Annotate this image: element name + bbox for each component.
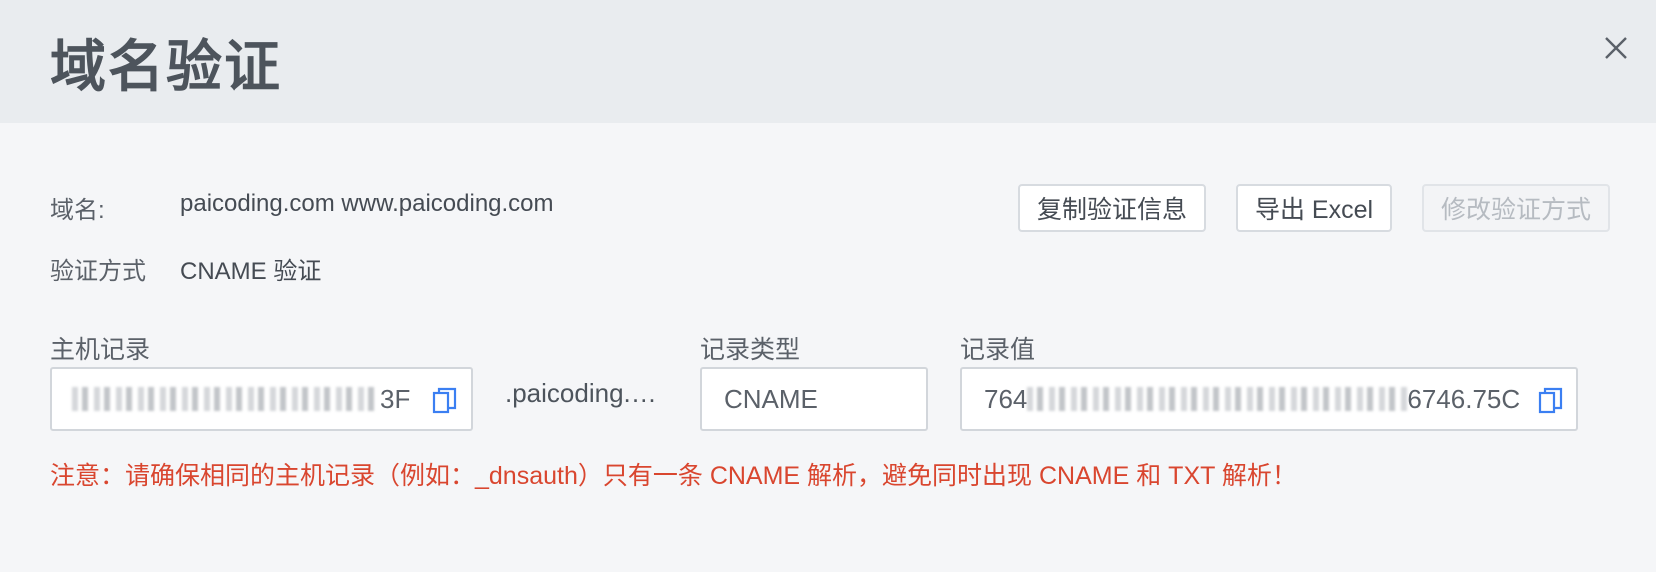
copy-icon[interactable]	[1538, 387, 1564, 415]
export-excel-button[interactable]: 导出 Excel	[1236, 184, 1392, 232]
domain-label: 域名:	[50, 197, 105, 224]
record-value-tail: 6746.75C	[1407, 383, 1521, 414]
copy-icon[interactable]	[432, 387, 458, 415]
record-value-head: 764	[984, 383, 1028, 414]
host-record-label: 主机记录	[50, 336, 151, 364]
host-domain-suffix: .paicoding.…	[505, 378, 657, 408]
record-value-field[interactable]: 764 6746.75C	[960, 367, 1578, 431]
modify-method-button: 修改验证方式	[1422, 184, 1610, 232]
record-type-field[interactable]: CNAME	[700, 367, 928, 431]
cname-warning-notice: 注意：请确保相同的主机记录（例如：_dnsauth）只有一条 CNAME 解析，…	[50, 462, 1297, 490]
host-record-value: 3F	[380, 383, 411, 414]
record-value-label: 记录值	[960, 336, 1036, 364]
masked-text	[72, 387, 378, 411]
method-label: 验证方式	[50, 258, 146, 285]
method-value: CNAME 验证	[180, 258, 322, 285]
close-icon[interactable]	[1598, 30, 1634, 66]
domain-value: paicoding.com www.paicoding.com	[180, 190, 554, 217]
record-type-value: CNAME	[724, 383, 818, 414]
dialog-header: 域名验证	[0, 0, 1656, 123]
copy-verification-button[interactable]: 复制验证信息	[1018, 184, 1206, 232]
dialog-title: 域名验证	[50, 35, 282, 100]
record-type-label: 记录类型	[700, 336, 801, 364]
host-record-field[interactable]: 3F	[50, 367, 473, 431]
masked-text	[1027, 387, 1408, 411]
